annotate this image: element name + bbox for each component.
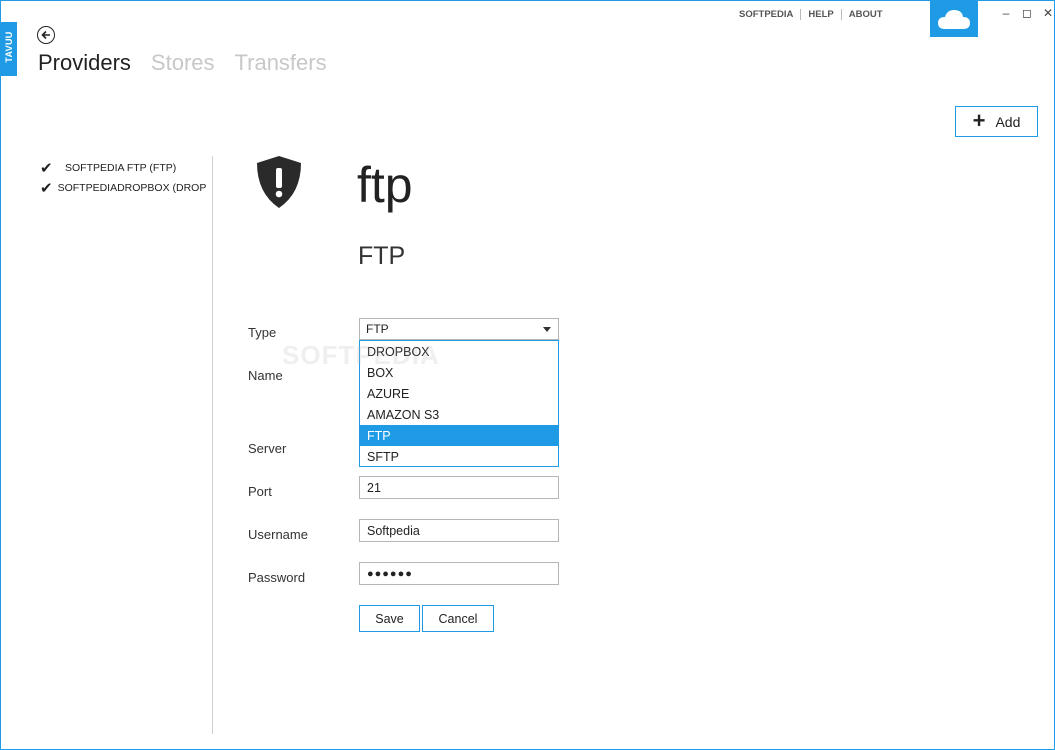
password-input[interactable]: ●●●●●● [359, 562, 559, 585]
softpedia-link[interactable]: SOFTPEDIA [739, 9, 793, 20]
minimize-icon[interactable]: – [1000, 6, 1012, 20]
port-label: Port [248, 484, 272, 499]
plus-icon: + [972, 107, 986, 133]
main-nav: Providers Stores Transfers [38, 50, 327, 76]
type-option-amazon-s3[interactable]: AMAZON S3 [360, 404, 558, 425]
tab-transfers[interactable]: Transfers [235, 50, 327, 76]
dropdown-arrow-icon [543, 327, 551, 332]
provider-list: ✔ SOFTPEDIA FTP (FTP) ✔ SOFTPEDIADROPBOX… [40, 158, 206, 198]
type-dropdown-list: DROPBOX BOX AZURE AMAZON S3 FTP SFTP [359, 340, 559, 467]
provider-item-label: SOFTPEDIA FTP (FTP) [65, 162, 177, 174]
username-input[interactable]: Softpedia [359, 519, 559, 542]
checkmark-icon: ✔ [40, 160, 53, 177]
link-divider [800, 9, 802, 20]
password-label: Password [248, 570, 306, 585]
tab-stores[interactable]: Stores [151, 50, 215, 76]
port-input[interactable]: 21 [359, 476, 559, 499]
close-icon[interactable]: ✕ [1042, 6, 1054, 20]
cancel-button[interactable]: Cancel [422, 605, 494, 632]
server-label: Server [248, 441, 287, 456]
shield-warning-icon [257, 156, 301, 208]
type-option-ftp[interactable]: FTP [360, 425, 558, 446]
type-select-value: FTP [366, 322, 389, 336]
type-option-sftp[interactable]: SFTP [360, 446, 558, 467]
window-controls: – ◻ ✕ [1000, 6, 1054, 20]
save-button[interactable]: Save [359, 605, 420, 632]
type-option-dropbox[interactable]: DROPBOX [360, 341, 558, 362]
type-select[interactable]: FTP [359, 318, 559, 340]
about-link[interactable]: ABOUT [849, 9, 883, 20]
help-link[interactable]: HELP [808, 9, 833, 20]
checkmark-icon: ✔ [40, 180, 53, 197]
back-arrow-icon [41, 30, 50, 40]
provider-item[interactable]: ✔ SOFTPEDIA FTP (FTP) [40, 158, 206, 178]
panel-divider [212, 156, 213, 734]
link-divider [840, 9, 842, 20]
type-option-box[interactable]: BOX [360, 362, 558, 383]
provider-name-heading: ftp [357, 157, 413, 213]
provider-item[interactable]: ✔ SOFTPEDIADROPBOX (DROPBOX) [40, 178, 206, 198]
cloud-button[interactable] [930, 0, 978, 37]
maximize-icon[interactable]: ◻ [1021, 6, 1033, 20]
tab-providers[interactable]: Providers [38, 50, 131, 76]
add-button-label: Add [995, 113, 1021, 130]
add-provider-button[interactable]: + Add [955, 106, 1038, 137]
back-button[interactable] [37, 26, 55, 44]
brand-strip[interactable]: TAVUU [0, 22, 17, 76]
top-links: SOFTPEDIA HELP ABOUT [739, 9, 883, 20]
type-label: Type [248, 325, 277, 340]
brand-label: TAVUU [4, 31, 14, 63]
name-label: Name [248, 368, 283, 383]
cloud-icon [938, 9, 970, 29]
type-option-azure[interactable]: AZURE [360, 383, 558, 404]
provider-item-label: SOFTPEDIADROPBOX (DROPBOX) [57, 182, 206, 194]
provider-type-heading: FTP [358, 242, 406, 270]
username-label: Username [248, 527, 308, 542]
